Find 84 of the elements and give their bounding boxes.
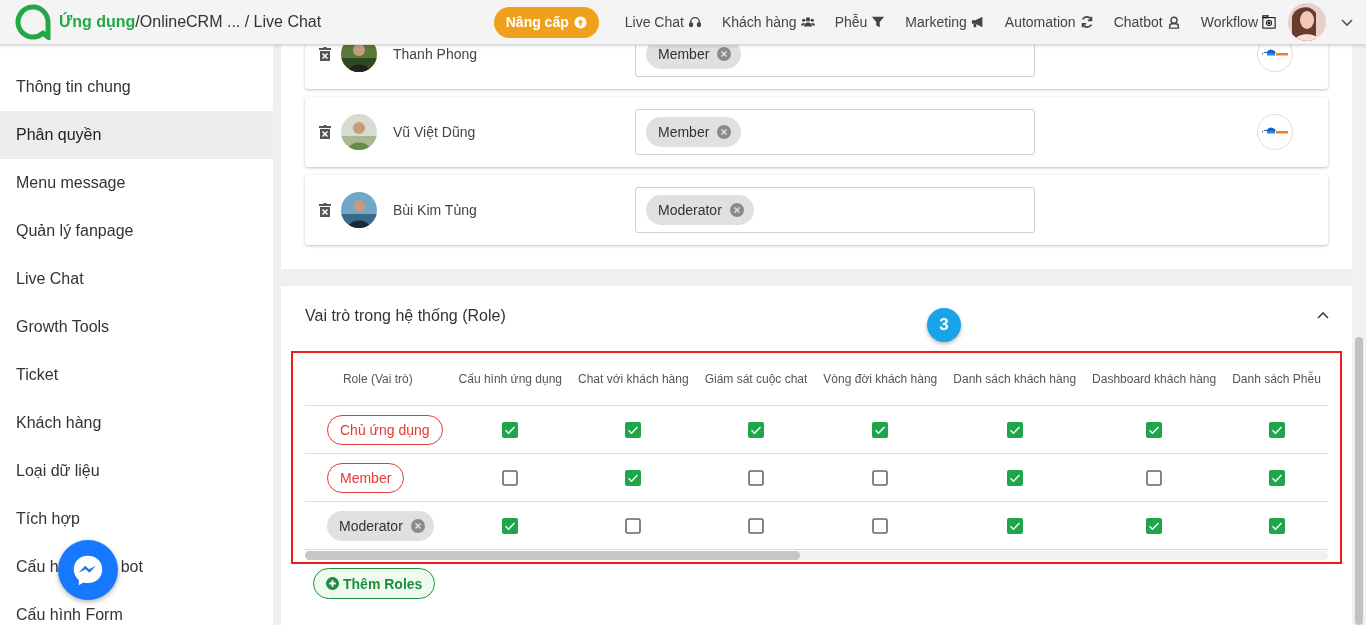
permission-checkbox[interactable]	[502, 518, 519, 535]
panel-title: Vai trò trong hệ thống (Role)	[305, 307, 506, 325]
role-chip: Member	[646, 45, 742, 69]
nav-link[interactable]: Chatbot	[1113, 14, 1181, 30]
permission-checkbox[interactable]	[748, 518, 764, 535]
sidebar-item[interactable]: Loại dữ liệu	[0, 447, 273, 495]
role-chip: Moderator	[646, 195, 754, 225]
permission-checkbox[interactable]	[1006, 470, 1023, 487]
permission-checkbox[interactable]	[502, 422, 519, 439]
column-header: Cấu hình ứng dụng	[450, 353, 570, 406]
horizontal-scrollbar[interactable]	[305, 551, 1328, 560]
member-name: Thanh Phong	[393, 46, 479, 62]
column-header: Dashboard khách hàng	[1084, 353, 1225, 406]
sidebar-item[interactable]: Quản lý fanpage	[0, 207, 273, 255]
permission-checkbox[interactable]	[748, 470, 764, 487]
permission-checkbox[interactable]	[625, 518, 642, 535]
nav-link[interactable]: Khách hàng	[721, 14, 815, 30]
arrow-up-circle-icon	[573, 15, 587, 29]
column-header: Chat với khách hàng	[570, 353, 697, 406]
permission-checkbox[interactable]	[625, 422, 642, 439]
permission-checkbox[interactable]	[625, 470, 642, 487]
sync-icon	[1079, 15, 1094, 29]
sidebar-item[interactable]: Tích hợp	[0, 495, 273, 543]
permission-checkbox[interactable]	[872, 422, 889, 439]
sidebar-item[interactable]: Ticket	[0, 351, 273, 399]
folder-target-icon	[1262, 15, 1276, 29]
permission-checkbox[interactable]	[502, 470, 519, 487]
permission-checkbox[interactable]	[1006, 422, 1023, 439]
headset-icon	[687, 15, 702, 29]
users-icon	[800, 15, 815, 29]
user-icon	[1166, 15, 1181, 29]
sidebar-item[interactable]: Thông tin chung	[0, 63, 273, 111]
permission-checkbox[interactable]	[872, 470, 889, 487]
nav-link[interactable]: Workflow	[1200, 14, 1276, 30]
sidebar-item[interactable]: Cấu hình Form	[0, 591, 273, 625]
sidebar-item[interactable]: Menu message	[0, 159, 273, 207]
sidebar-item[interactable]: Live Chat	[0, 255, 273, 303]
permission-checkbox[interactable]	[1146, 470, 1163, 487]
role-tag: Member	[327, 462, 405, 493]
step-badge: 3	[927, 308, 961, 342]
remove-icon[interactable]	[729, 203, 744, 217]
permission-checkbox[interactable]	[1268, 422, 1285, 439]
sidebar-item-text[interactable]: bot	[120, 543, 143, 591]
remove-icon[interactable]	[717, 125, 732, 139]
sidebar-item[interactable]: Growth Tools	[0, 303, 273, 351]
role-field[interactable]: Moderator	[635, 187, 1035, 233]
column-header: Danh sách Phễu	[1224, 353, 1328, 406]
member-name: Vũ Việt Dũng	[393, 124, 477, 140]
sidebar-item[interactable]: Khách hàng	[0, 399, 273, 447]
breadcrumb-path: /OnlineCRM ... / Live Chat	[135, 13, 322, 31]
column-header: Role (Vai trò)	[305, 353, 451, 406]
role-tag: Chủ ứng dụng	[327, 414, 443, 445]
permission-checkbox[interactable]	[1268, 518, 1285, 535]
cloud-logo-icon	[1257, 114, 1293, 150]
nav-link[interactable]: Automation	[1004, 14, 1094, 30]
nav-link[interactable]: Live Chat	[624, 14, 702, 30]
filter-icon	[871, 15, 886, 29]
nav-link[interactable]: Phễu	[834, 14, 886, 30]
delete-icon[interactable]	[319, 125, 331, 139]
app-logo-icon[interactable]	[15, 4, 51, 40]
role-field[interactable]: Member	[635, 45, 1035, 77]
role-chip: Member	[646, 117, 742, 147]
delete-icon[interactable]	[319, 203, 331, 217]
remove-icon[interactable]	[717, 47, 732, 61]
permission-checkbox[interactable]	[1146, 422, 1163, 439]
permission-checkbox[interactable]	[872, 518, 889, 535]
sidebar-item-text[interactable]: Cấu h	[16, 543, 59, 591]
column-header: Danh sách khách hàng	[945, 353, 1085, 406]
permission-checkbox[interactable]	[1146, 518, 1163, 535]
permission-checkbox[interactable]	[1268, 470, 1285, 487]
permission-checkbox[interactable]	[1006, 518, 1023, 535]
add-roles-button[interactable]: Thêm Roles	[313, 568, 436, 599]
column-header: Vòng đời khách hàng	[815, 353, 946, 406]
nav-link[interactable]: Marketing	[905, 14, 985, 30]
column-header: Giám sát cuộc chat	[696, 353, 816, 406]
sidebar-item[interactable]: Phân quyền	[0, 111, 273, 159]
role-tag: Moderator	[327, 510, 434, 541]
member-name: Bùi Kim Tùng	[393, 202, 478, 218]
megaphone-icon	[970, 15, 985, 29]
permission-checkbox[interactable]	[748, 422, 764, 439]
role-field[interactable]: Member	[635, 109, 1035, 155]
remove-icon[interactable]	[410, 518, 425, 533]
delete-icon[interactable]	[319, 47, 331, 61]
plus-circle-icon	[326, 577, 339, 590]
